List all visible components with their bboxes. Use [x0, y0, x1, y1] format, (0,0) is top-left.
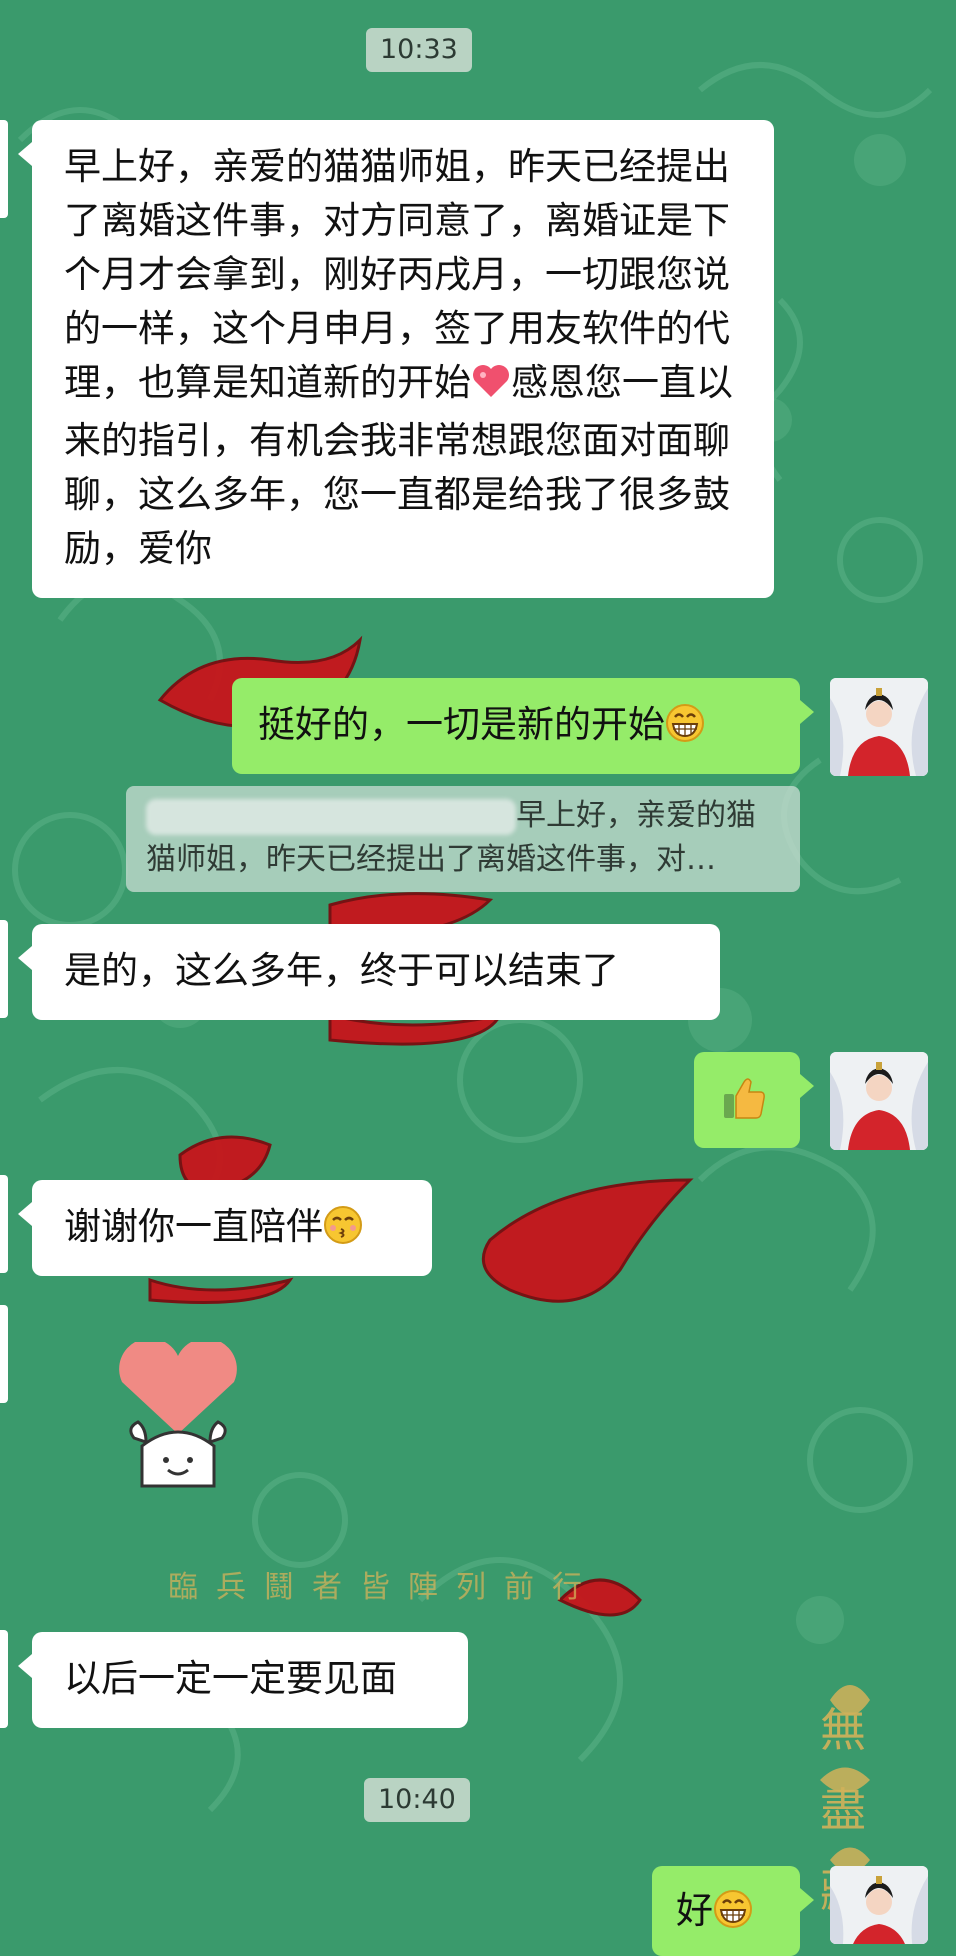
timestamp: 10:40	[364, 1778, 470, 1822]
contact-avatar-edge[interactable]	[0, 920, 8, 1018]
incoming-message-bubble[interactable]: 是的，这么多年，终于可以结束了	[18, 924, 720, 1020]
contact-avatar-edge[interactable]	[0, 120, 8, 218]
heart-sticker-icon	[119, 1338, 237, 1488]
message-text: 是的，这么多年，终于可以结束了	[64, 949, 619, 992]
my-avatar[interactable]	[830, 1052, 928, 1150]
incoming-message-bubble[interactable]: 谢谢你一直陪伴	[18, 1180, 432, 1276]
incoming-message-bubble[interactable]: 早上好，亲爱的猫猫师姐，昨天已经提出了离婚这件事，对方同意了，离婚证是下个月才会…	[18, 120, 774, 598]
heart-sticker[interactable]	[112, 1338, 244, 1492]
quoted-sender-name-blurred	[146, 798, 516, 835]
message-text: 好	[676, 1889, 713, 1932]
kiss-emoji-icon	[323, 1205, 363, 1245]
outgoing-message-bubble[interactable]	[694, 1052, 814, 1148]
avatar-photo-icon	[830, 1052, 928, 1150]
grin-emoji-icon	[665, 703, 705, 743]
heart-emoji-icon	[471, 360, 511, 414]
incoming-message-bubble[interactable]: 以后一定一定要见面	[18, 1632, 468, 1728]
quoted-message[interactable]: 早上好，亲爱的猫猫师姐，昨天已经提出了离婚这件事，对…	[126, 786, 800, 892]
outgoing-message-bubble[interactable]: 好	[652, 1866, 814, 1956]
message-text: 挺好的，一切是新的开始	[258, 703, 665, 746]
timestamp: 10:33	[366, 28, 472, 72]
thumbs-up-emoji-icon	[720, 1074, 768, 1137]
my-avatar[interactable]	[830, 678, 928, 776]
background-mantra-text: 臨兵鬪者皆陣列前行	[168, 1570, 600, 1605]
message-text: 谢谢你一直陪伴	[64, 1205, 323, 1248]
avatar-photo-icon	[830, 678, 928, 776]
contact-avatar-edge[interactable]	[0, 1630, 8, 1728]
contact-avatar-edge[interactable]	[0, 1175, 8, 1273]
contact-avatar-edge[interactable]	[0, 1305, 8, 1403]
outgoing-message-bubble[interactable]: 挺好的，一切是新的开始	[232, 678, 814, 774]
avatar-photo-icon	[830, 1866, 928, 1944]
message-text: 以后一定一定要见面	[64, 1657, 397, 1700]
grin-emoji-icon	[713, 1889, 753, 1929]
my-avatar[interactable]	[830, 1866, 928, 1944]
